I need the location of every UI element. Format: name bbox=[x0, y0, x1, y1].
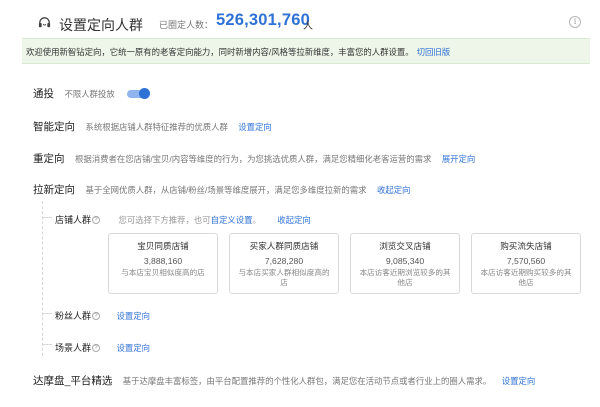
shop-audience-row: 店铺人群? 您可选择下方推荐，也可自定义设置。 收起定向 bbox=[55, 211, 311, 229]
scene-audience-setup-link[interactable]: 设置定向 bbox=[116, 342, 150, 354]
shop-card-similar-buyers[interactable]: 买家人群同质店铺 7,628,280 与本店买家人群相似度高的店 bbox=[229, 233, 339, 294]
shop-audience-collapse-link[interactable]: 收起定向 bbox=[277, 214, 311, 226]
toggle-knob bbox=[139, 87, 151, 99]
help-icon[interactable]: ? bbox=[92, 311, 101, 320]
card-desc: 本店访客近期浏览较多的其他店 bbox=[359, 268, 451, 287]
audience-count-value: 526,301,760 bbox=[216, 11, 310, 29]
notice-bar: 欢迎使用新智钻定向，它统一原有的老客定向能力，同时新增内容/风格等拉新维度，丰富… bbox=[22, 38, 590, 64]
card-title: 购买流失店铺 bbox=[500, 241, 552, 251]
page-header: 设置定向人群 已圈定人数： 526,301,760 人 i bbox=[22, 10, 590, 38]
acquisition-label: 拉新定向 bbox=[33, 184, 75, 197]
dmp-desc: 基于达摩盘丰富标签，由平台配置推荐的个性化人群包，满足您在活动节点或者行业上的圈… bbox=[122, 375, 492, 386]
scene-audience-row: 场景人群? 设置定向 bbox=[55, 339, 150, 357]
fans-audience-row: 粉丝人群? 设置定向 bbox=[55, 307, 150, 325]
general-targeting-label: 通投 bbox=[33, 88, 54, 101]
headset-icon bbox=[38, 17, 51, 28]
general-targeting-desc: 不限人群投放 bbox=[64, 88, 115, 99]
audience-count-unit: 人 bbox=[303, 21, 313, 32]
dmp-setup-link[interactable]: 设置定向 bbox=[502, 375, 536, 387]
tree-connector bbox=[42, 313, 52, 314]
dmp-label: 达摩盘_平台精选 bbox=[33, 375, 113, 388]
shop-card-cross-browse[interactable]: 浏览交叉店铺 9,085,340 本店访客近期浏览较多的其他店 bbox=[350, 233, 460, 294]
tree-connector bbox=[42, 217, 52, 218]
audience-count-label: 已圈定人数： bbox=[159, 20, 214, 30]
card-value: 7,570,560 bbox=[506, 256, 546, 266]
custom-setting-link[interactable]: 自定义设置 bbox=[211, 215, 253, 225]
acquisition-desc: 基于全网优质人群，从店铺/粉丝/场景等维度展开，满足您多维度拉新的需求 bbox=[85, 184, 367, 195]
retarget-desc: 根据消费者在您店铺/宝贝/内容等维度的行为，为您挑选优质人群，满足您精细化老客运… bbox=[74, 153, 432, 164]
help-icon[interactable]: ? bbox=[92, 343, 101, 352]
smart-targeting-row: 智能定向 系统根据店铺人群特征推荐的优质人群 设置定向 bbox=[33, 118, 272, 136]
acquisition-row: 拉新定向 基于全网优质人群，从店铺/粉丝/场景等维度展开，满足您多维度拉新的需求… bbox=[33, 181, 410, 199]
tree-connector bbox=[42, 344, 52, 345]
card-title: 浏览交叉店铺 bbox=[379, 241, 431, 251]
switch-old-version-link[interactable]: 切回旧版 bbox=[417, 47, 451, 57]
retarget-label: 重定向 bbox=[33, 153, 65, 166]
card-desc: 与本店宝贝相似度高的店 bbox=[121, 268, 205, 277]
smart-targeting-setup-link[interactable]: 设置定向 bbox=[238, 121, 272, 133]
card-desc: 本店访客近期购买较多的其他店 bbox=[480, 268, 572, 287]
shop-hint-prefix: 您可选择下方推荐，也可 bbox=[118, 214, 211, 225]
shop-card-purchase-loss[interactable]: 购买流失店铺 7,570,560 本店访客近期购买较多的其他店 bbox=[471, 233, 581, 294]
scene-audience-label: 场景人群 bbox=[55, 343, 92, 354]
info-icon[interactable]: i bbox=[569, 16, 581, 28]
fans-audience-setup-link[interactable]: 设置定向 bbox=[116, 310, 150, 322]
card-title: 宝贝同质店铺 bbox=[137, 241, 189, 251]
page-title: 设置定向人群 bbox=[59, 17, 143, 33]
notice-text: 欢迎使用新智钻定向，它统一原有的老客定向能力，同时新增内容/风格等拉新维度，丰富… bbox=[26, 46, 450, 58]
card-value: 3,888,160 bbox=[143, 256, 183, 266]
shop-hint-suffix: 。 bbox=[252, 214, 261, 225]
help-icon[interactable]: ? bbox=[92, 215, 101, 224]
acquisition-collapse-link[interactable]: 收起定向 bbox=[377, 184, 411, 196]
shop-audience-hint: 您可选择下方推荐，也可自定义设置。 bbox=[118, 214, 260, 226]
fans-audience-label: 粉丝人群 bbox=[55, 311, 92, 322]
retarget-expand-link[interactable]: 展开定向 bbox=[442, 153, 476, 165]
dmp-row: 达摩盘_平台精选 基于达摩盘丰富标签，由平台配置推荐的个性化人群包，满足您在活动… bbox=[33, 372, 535, 390]
general-targeting-toggle[interactable] bbox=[127, 87, 151, 99]
shop-audience-label: 店铺人群 bbox=[55, 215, 92, 226]
smart-targeting-label: 智能定向 bbox=[33, 121, 75, 134]
shop-card-similar-items[interactable]: 宝贝同质店铺 3,888,160 与本店宝贝相似度高的店 bbox=[108, 233, 218, 294]
retarget-row: 重定向 根据消费者在您店铺/宝贝/内容等维度的行为，为您挑选优质人群，满足您精细… bbox=[33, 150, 475, 168]
card-value: 9,085,340 bbox=[385, 256, 425, 266]
smart-targeting-desc: 系统根据店铺人群特征推荐的优质人群 bbox=[85, 121, 228, 132]
notice-message: 欢迎使用新智钻定向，它统一原有的老客定向能力，同时新增内容/风格等拉新维度，丰富… bbox=[26, 47, 414, 57]
general-targeting-row: 通投 不限人群投放 bbox=[33, 85, 151, 103]
card-title: 买家人群同质店铺 bbox=[249, 241, 319, 251]
card-value: 7,628,280 bbox=[264, 256, 304, 266]
card-desc: 与本店买家人群相似度高的店 bbox=[238, 268, 330, 287]
